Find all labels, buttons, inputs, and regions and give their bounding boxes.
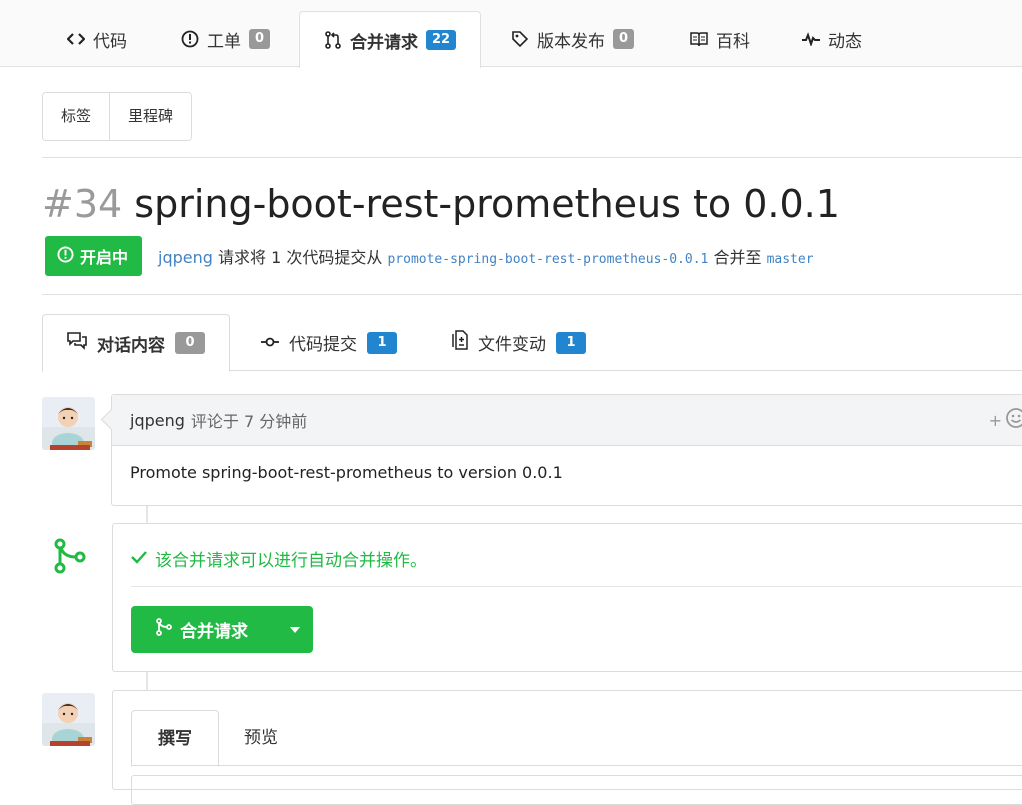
- book-icon: [690, 30, 708, 48]
- head-branch[interactable]: promote-spring-boot-rest-prometheus-0.0.…: [387, 252, 708, 267]
- tab-label: 文件变动: [478, 335, 546, 355]
- tab-label: 代码: [93, 31, 127, 52]
- merge-button-label: 合并请求: [180, 622, 248, 642]
- summary-text-a: 请求将 1 次代码提交从: [218, 248, 383, 267]
- page-title: #34 spring-boot-rest-prometheus to 0.0.1: [42, 178, 840, 230]
- pr-tabs: 对话内容 0 代码提交 1 文件变动 1: [42, 314, 1022, 372]
- comments-icon: [67, 331, 87, 355]
- merge-panel: 该合并请求可以进行自动合并操作。 合并请求: [112, 523, 1022, 672]
- code-icon: [67, 30, 85, 48]
- tab-wiki[interactable]: 百科: [690, 11, 750, 67]
- file-diff-icon: [452, 330, 468, 355]
- tab-pull-requests[interactable]: 合并请求 22: [299, 11, 482, 68]
- tab-label: 对话内容: [97, 335, 165, 356]
- smiley-icon[interactable]: [1006, 408, 1022, 432]
- avatar[interactable]: [42, 397, 95, 450]
- tab-files-changed[interactable]: 文件变动 1: [452, 314, 586, 371]
- check-icon: [131, 549, 147, 569]
- pr-summary: jqpeng 请求将 1 次代码提交从 promote-spring-boot-…: [158, 244, 814, 268]
- summary-text-b: 合并至: [713, 248, 762, 267]
- pull-request-icon: [324, 31, 342, 49]
- pr-count-badge: 22: [426, 30, 457, 50]
- tab-releases[interactable]: 版本发布 0: [511, 11, 635, 67]
- pr-status-line: 开启中 jqpeng 请求将 1 次代码提交从 promote-spring-b…: [45, 236, 814, 276]
- files-count-badge: 1: [556, 331, 586, 354]
- tab-issues[interactable]: 工单 0: [181, 11, 271, 67]
- labels-button[interactable]: 标签: [43, 93, 110, 140]
- base-branch[interactable]: master: [767, 252, 814, 267]
- merge-status: 该合并请求可以进行自动合并操作。: [131, 546, 427, 571]
- editor-tabs: 撰写 预览: [131, 710, 1022, 767]
- comment-header: jqpeng 评论于 7 分钟前: [112, 395, 1022, 446]
- commits-count-badge: 1: [367, 331, 397, 354]
- tag-icon: [511, 30, 529, 48]
- add-reaction-plus[interactable]: +: [989, 411, 1002, 430]
- merge-button-main[interactable]: 合并请求: [131, 617, 276, 642]
- tab-commits[interactable]: 代码提交 1: [261, 314, 397, 371]
- comment-timestamp: 评论于 7 分钟前: [190, 412, 308, 431]
- conversation-count-badge: 0: [175, 332, 205, 354]
- pr-number: #34: [42, 182, 123, 226]
- status-label: 开启中: [80, 248, 129, 267]
- tab-label: 工单: [207, 31, 241, 52]
- commit-icon: [261, 333, 279, 353]
- tab-label: 动态: [828, 31, 862, 52]
- comment-body: Promote spring-boot-rest-prometheus to v…: [130, 463, 563, 482]
- merge-status-text: 该合并请求可以进行自动合并操作。: [155, 551, 427, 571]
- merge-button[interactable]: 合并请求: [131, 606, 313, 653]
- tab-write[interactable]: 撰写: [131, 710, 219, 767]
- label-milestone-group: 标签 里程碑: [42, 92, 193, 141]
- comment-author[interactable]: jqpeng: [130, 411, 185, 430]
- divider: [42, 157, 1022, 158]
- pulse-icon: [802, 30, 820, 48]
- comment-actions: +: [989, 408, 1022, 432]
- divider: [42, 294, 1022, 295]
- milestones-button[interactable]: 里程碑: [109, 93, 192, 140]
- git-merge-icon: [52, 536, 88, 576]
- release-count-badge: 0: [613, 29, 635, 49]
- caret-down-icon[interactable]: [276, 606, 313, 653]
- tab-conversation[interactable]: 对话内容 0: [42, 314, 230, 372]
- alert-circle-icon: [57, 245, 74, 267]
- pr-title-text: spring-boot-rest-prometheus to 0.0.1: [134, 182, 840, 226]
- tab-label: 百科: [716, 31, 750, 52]
- comment-textarea[interactable]: [131, 775, 1022, 805]
- comment-box: jqpeng 评论于 7 分钟前 + Promote spring-boot-r…: [111, 394, 1022, 506]
- tab-label: 合并请求: [350, 32, 418, 53]
- divider: [131, 586, 1022, 587]
- tab-preview[interactable]: 预览: [218, 710, 304, 766]
- issue-icon: [181, 30, 199, 48]
- tab-label: 代码提交: [289, 335, 357, 355]
- git-merge-icon: [156, 618, 172, 641]
- comment-editor: 撰写 预览: [112, 690, 1022, 805]
- tab-code[interactable]: 代码: [67, 11, 127, 67]
- status-badge: 开启中: [45, 236, 143, 276]
- author-link[interactable]: jqpeng: [158, 248, 213, 267]
- tab-label: 版本发布: [537, 31, 605, 52]
- repo-nav: 代码 工单 0 合并请求 22 版本发布 0 百科 动态: [0, 0, 1022, 68]
- issue-count-badge: 0: [249, 29, 271, 49]
- tab-activity[interactable]: 动态: [802, 11, 862, 67]
- avatar[interactable]: [42, 693, 95, 746]
